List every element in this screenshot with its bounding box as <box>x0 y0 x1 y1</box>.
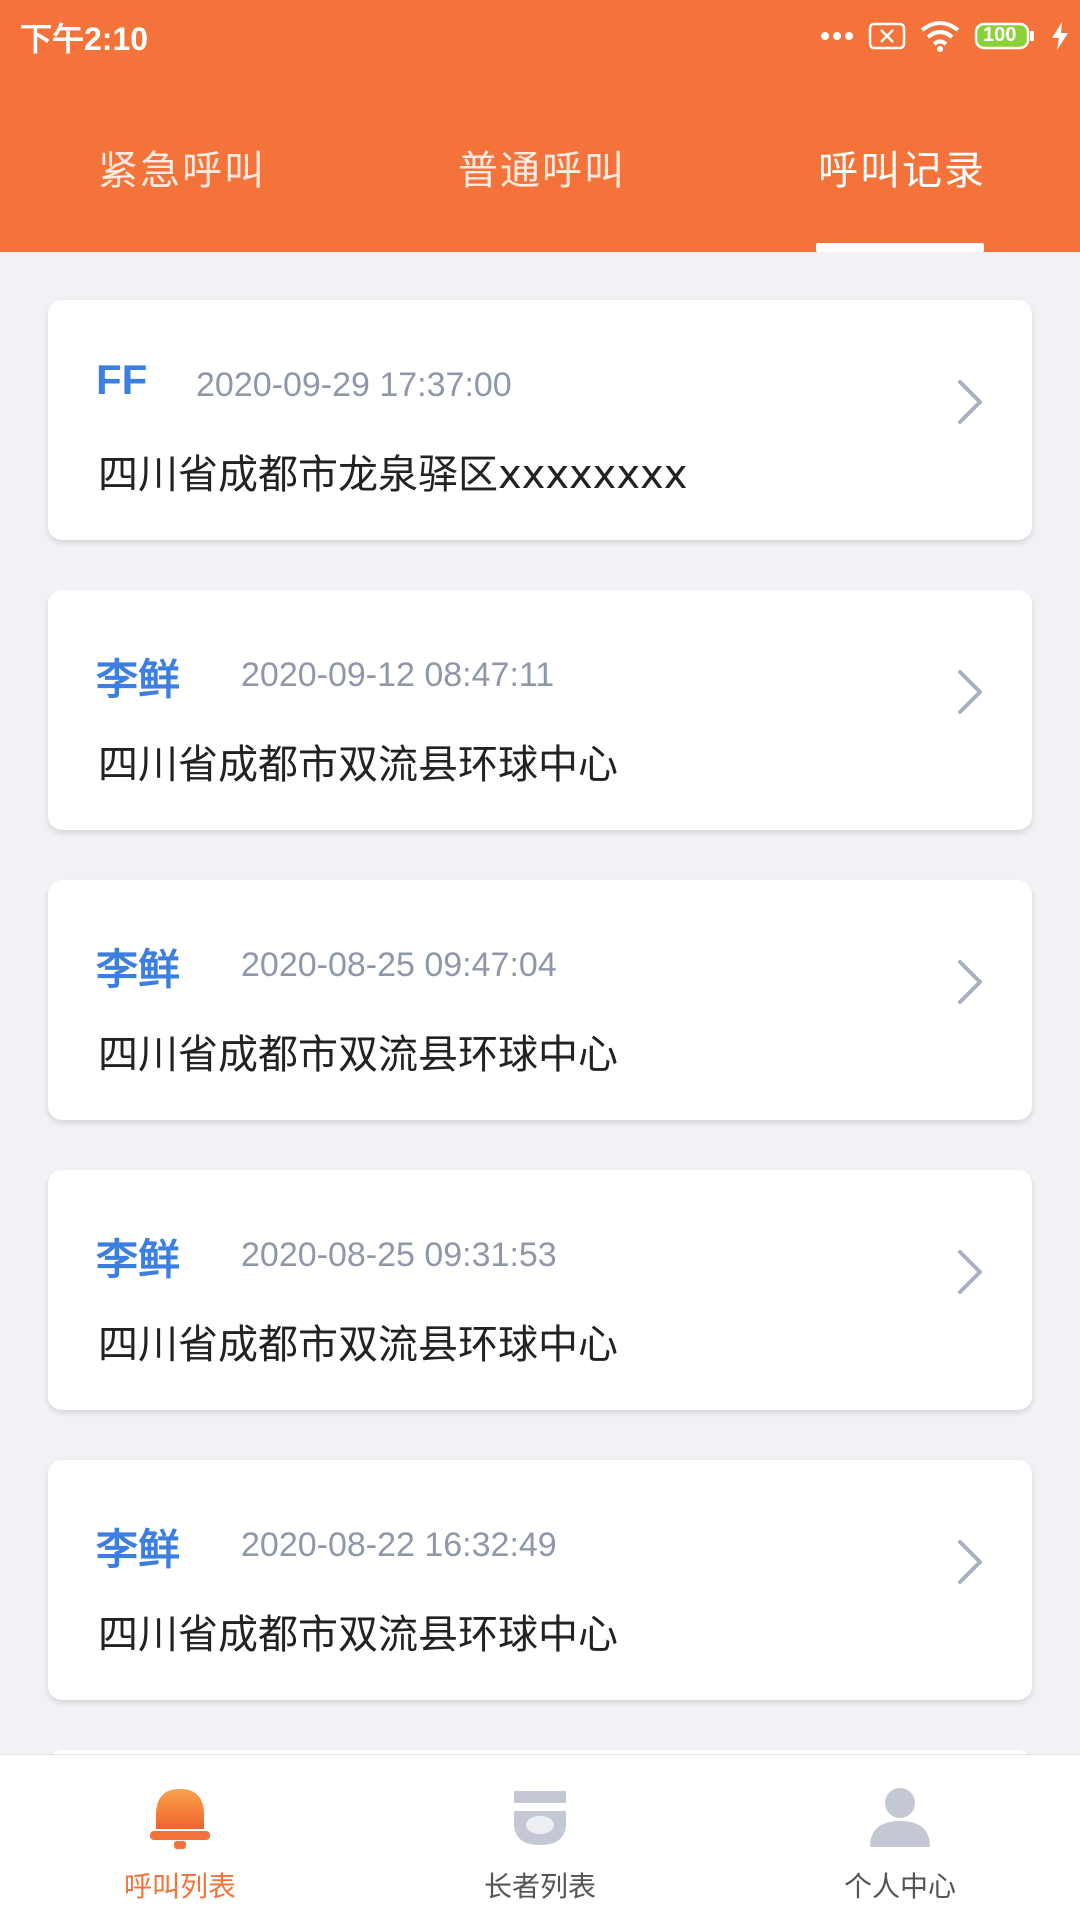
nav-elder-list[interactable]: 长者列表 <box>360 1755 720 1921</box>
record-time: 2020-09-12 08:47:11 <box>241 656 555 694</box>
bell-icon <box>150 1789 210 1849</box>
bottom-nav: 呼叫列表 长者列表 个人中心 <box>0 1754 1080 1921</box>
record-name: 李鲜 <box>96 1235 181 1284</box>
record-name: 李鲜 <box>96 945 181 994</box>
record-time: 2020-08-25 09:31:53 <box>241 1236 557 1274</box>
status-time: 下午2:10 <box>20 21 149 57</box>
record-card[interactable]: 李鲜 2020-08-25 09:47:04 四川省成都市双流县环球中心 <box>48 880 1032 1120</box>
record-time: 2020-08-25 09:47:04 <box>241 946 557 984</box>
chevron-right-icon <box>958 1540 982 1584</box>
nav-call-list[interactable]: 呼叫列表 <box>0 1755 360 1921</box>
record-address: 四川省成都市龙泉驿区xxxxxxxx <box>98 452 688 498</box>
record-name: FF <box>96 356 148 403</box>
record-card[interactable]: 李鲜 2020-08-25 09:31:53 四川省成都市双流县环球中心 <box>48 1170 1032 1410</box>
nav-call-list-label: 呼叫列表 <box>123 1870 236 1903</box>
record-card[interactable]: 李鲜 2020-08-22 16:32:49 四川省成都市双流县环球中心 <box>48 1460 1032 1700</box>
record-address: 四川省成都市双流县环球中心 <box>98 742 618 788</box>
record-time: 2020-08-22 16:32:49 <box>241 1526 557 1564</box>
nav-elder-list-label: 长者列表 <box>483 1870 596 1903</box>
tab-call-records[interactable]: 呼叫记录 <box>818 138 986 196</box>
status-bar: 下午2:10 100 <box>0 0 1080 72</box>
camera-icon <box>514 1791 566 1845</box>
battery-level: 100 <box>983 24 1017 46</box>
nav-personal-center-label: 个人中心 <box>843 1870 956 1903</box>
sim-card-icon <box>868 22 906 50</box>
header: 下午2:10 100 紧急呼叫 普通呼叫 呼叫记录 <box>0 0 1080 252</box>
chevron-right-icon <box>958 380 982 424</box>
more-dots-icon <box>820 31 854 41</box>
active-tab-indicator <box>816 243 984 252</box>
tab-emergency-call[interactable]: 紧急呼叫 <box>98 138 266 196</box>
record-card[interactable]: 李鲜 2020-09-12 08:47:11 四川省成都市双流县环球中心 <box>48 590 1032 830</box>
top-tabs: 紧急呼叫 普通呼叫 呼叫记录 <box>0 90 1080 252</box>
charging-bolt-icon <box>1050 21 1070 51</box>
call-record-list: FF 2020-09-29 17:37:00 四川省成都市龙泉驿区xxxxxxx… <box>0 252 1080 1754</box>
record-name: 李鲜 <box>96 655 181 704</box>
record-time: 2020-09-29 17:37:00 <box>196 366 512 404</box>
battery-icon: 100 <box>974 21 1036 51</box>
wifi-icon <box>920 20 960 52</box>
person-icon <box>870 1788 930 1847</box>
record-name: 李鲜 <box>96 1525 181 1574</box>
tab-normal-call[interactable]: 普通呼叫 <box>458 138 626 196</box>
chevron-right-icon <box>958 670 982 714</box>
status-icons: 100 <box>820 16 1070 56</box>
record-address: 四川省成都市双流县环球中心 <box>98 1612 618 1658</box>
record-card[interactable]: FF 2020-09-29 17:37:00 四川省成都市龙泉驿区xxxxxxx… <box>48 300 1032 540</box>
chevron-right-icon <box>958 1250 982 1294</box>
record-address: 四川省成都市双流县环球中心 <box>98 1032 618 1078</box>
record-address: 四川省成都市双流县环球中心 <box>98 1322 618 1368</box>
chevron-right-icon <box>958 960 982 1004</box>
nav-personal-center[interactable]: 个人中心 <box>720 1755 1080 1921</box>
